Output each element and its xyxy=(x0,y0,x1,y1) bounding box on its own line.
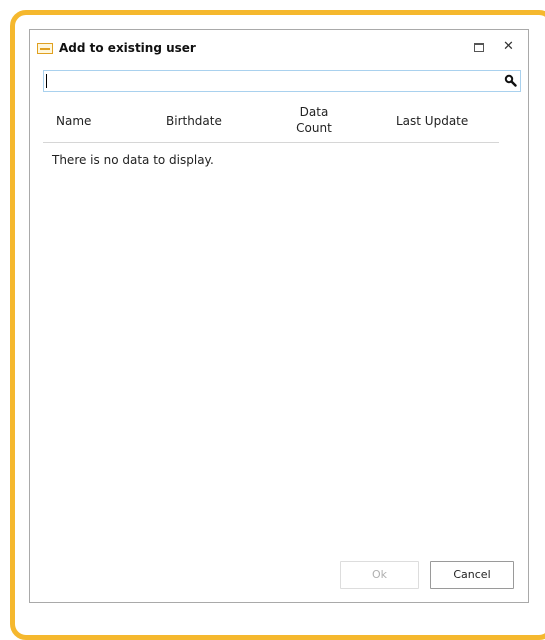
column-birthdate[interactable]: Birthdate xyxy=(166,114,222,128)
text-caret xyxy=(46,74,47,88)
results-table-header: Name Birthdate Data Count Last Update xyxy=(43,94,499,143)
app-logo-icon xyxy=(37,43,53,54)
close-icon[interactable]: ✕ xyxy=(503,39,514,55)
column-name[interactable]: Name xyxy=(56,114,91,128)
empty-state-message: There is no data to display. xyxy=(52,153,214,167)
title-bar[interactable]: Add to existing user ✕ xyxy=(30,30,528,66)
search-icon[interactable] xyxy=(504,74,517,87)
maximize-icon[interactable] xyxy=(474,43,484,52)
column-last-update[interactable]: Last Update xyxy=(396,114,468,128)
cancel-button[interactable]: Cancel xyxy=(430,561,514,589)
dialog-title: Add to existing user xyxy=(59,41,196,55)
ok-button[interactable]: Ok xyxy=(340,561,419,589)
add-to-existing-user-dialog: Add to existing user ✕ Name Birthdate Da… xyxy=(29,29,529,603)
search-input[interactable] xyxy=(43,70,521,92)
column-data-count[interactable]: Data Count xyxy=(289,104,339,136)
